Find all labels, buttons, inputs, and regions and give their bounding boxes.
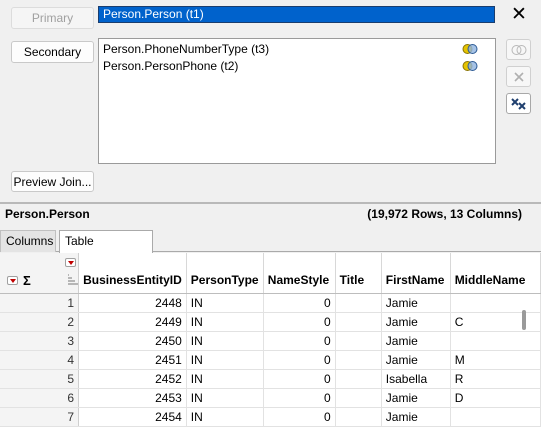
cell[interactable]: 2450: [78, 331, 187, 351]
cell[interactable]: 0: [263, 407, 336, 427]
column-header[interactable]: MiddleName: [450, 253, 541, 294]
row-number[interactable]: 7: [0, 407, 80, 427]
primary-table-field[interactable]: Person.Person (t1): [98, 6, 495, 23]
cell[interactable]: [335, 407, 382, 427]
cell[interactable]: 2451: [78, 350, 187, 370]
table-row[interactable]: 7 2454 IN 0 Jamie: [0, 407, 541, 427]
cell[interactable]: [335, 369, 382, 389]
cell[interactable]: [335, 312, 382, 332]
cell[interactable]: M: [450, 350, 541, 370]
cell[interactable]: Jamie: [381, 331, 451, 351]
column-menu-triangle-icon[interactable]: [65, 258, 76, 267]
cell[interactable]: [335, 293, 382, 313]
join-venn-disabled-icon: [511, 44, 526, 55]
remove-all-icon: [510, 97, 526, 110]
cell[interactable]: IN: [186, 331, 264, 351]
cell[interactable]: [335, 331, 382, 351]
table-row[interactable]: 4 2451 IN 0 Jamie M: [0, 350, 541, 370]
row-number[interactable]: 5: [0, 369, 80, 389]
primary-button[interactable]: Primary: [11, 7, 94, 29]
cell[interactable]: 0: [263, 312, 336, 332]
close-icon: [513, 71, 524, 82]
secondary-table-item[interactable]: Person.PersonPhone (t2): [103, 59, 238, 73]
table-row-column-count: (19,972 Rows, 13 Columns): [367, 207, 522, 221]
cell[interactable]: Jamie: [381, 350, 451, 370]
cell[interactable]: 2454: [78, 407, 187, 427]
join-venn-icon[interactable]: [462, 60, 478, 72]
table-row[interactable]: 1 2448 IN 0 Jamie: [0, 293, 541, 313]
sort-lines-icon: [68, 274, 78, 285]
column-header[interactable]: PersonType: [186, 253, 264, 294]
cell[interactable]: C: [450, 312, 541, 332]
table-row[interactable]: 5 2452 IN 0 Isabella R: [0, 369, 541, 389]
table-corner: Σ: [0, 253, 80, 294]
cell[interactable]: [450, 407, 541, 427]
cell[interactable]: D: [450, 388, 541, 408]
secondary-button[interactable]: Secondary: [11, 41, 94, 63]
row-number[interactable]: 4: [0, 350, 80, 370]
cell[interactable]: IN: [186, 350, 264, 370]
cell[interactable]: 2453: [78, 388, 187, 408]
cell[interactable]: IN: [186, 388, 264, 408]
cell[interactable]: 0: [263, 350, 336, 370]
row-number[interactable]: 6: [0, 388, 80, 408]
tab-bar: Columns Table Snapshot: [0, 228, 541, 269]
row-number[interactable]: 2: [0, 312, 80, 332]
join-settings-button[interactable]: [506, 39, 531, 60]
remove-primary-icon[interactable]: ✕: [510, 5, 528, 24]
tab-table-snapshot[interactable]: Table Snapshot: [59, 230, 153, 269]
vertical-scrollbar[interactable]: [522, 310, 526, 330]
panel-divider[interactable]: [0, 202, 541, 204]
cell[interactable]: [335, 350, 382, 370]
row-number[interactable]: 1: [0, 293, 80, 313]
table-row[interactable]: 2 2449 IN 0 Jamie C: [0, 312, 541, 332]
secondary-tables-list[interactable]: Person.PhoneNumberType (t3) Person.Perso…: [98, 38, 496, 164]
tab-columns[interactable]: Columns: [0, 230, 56, 252]
cell[interactable]: [450, 331, 541, 351]
column-header[interactable]: BusinessEntityID: [78, 253, 187, 294]
row-number[interactable]: 3: [0, 331, 80, 351]
cell[interactable]: [335, 388, 382, 408]
cell[interactable]: 0: [263, 369, 336, 389]
cell[interactable]: 0: [263, 388, 336, 408]
row-menu-triangle-icon[interactable]: [7, 276, 18, 285]
cell[interactable]: 2449: [78, 312, 187, 332]
cell[interactable]: 2452: [78, 369, 187, 389]
cell[interactable]: Jamie: [381, 312, 451, 332]
table-row[interactable]: 3 2450 IN 0 Jamie: [0, 331, 541, 351]
cell[interactable]: Jamie: [381, 388, 451, 408]
cell[interactable]: 0: [263, 293, 336, 313]
table-snapshot-grid: Σ BusinessEntityID PersonType NameStyle …: [0, 253, 541, 428]
cell[interactable]: IN: [186, 312, 264, 332]
column-header[interactable]: Title: [335, 253, 382, 294]
cell[interactable]: IN: [186, 369, 264, 389]
cell[interactable]: Isabella: [381, 369, 451, 389]
remove-all-button[interactable]: [506, 93, 531, 114]
cell[interactable]: 2448: [78, 293, 187, 313]
cell[interactable]: [450, 293, 541, 313]
preview-join-button[interactable]: Preview Join...: [11, 171, 94, 192]
secondary-table-item[interactable]: Person.PhoneNumberType (t3): [103, 42, 269, 56]
cell[interactable]: IN: [186, 293, 264, 313]
table-row[interactable]: 6 2453 IN 0 Jamie D: [0, 388, 541, 408]
join-venn-icon[interactable]: [462, 43, 478, 55]
cell[interactable]: R: [450, 369, 541, 389]
cell[interactable]: Jamie: [381, 293, 451, 313]
sigma-icon: Σ: [23, 273, 31, 288]
cell[interactable]: IN: [186, 407, 264, 427]
table-title: Person.Person: [5, 207, 90, 221]
cell[interactable]: 0: [263, 331, 336, 351]
cell[interactable]: Jamie: [381, 407, 451, 427]
column-header[interactable]: NameStyle: [263, 253, 336, 294]
remove-secondary-button[interactable]: [506, 66, 531, 87]
column-header[interactable]: FirstName: [381, 253, 451, 294]
